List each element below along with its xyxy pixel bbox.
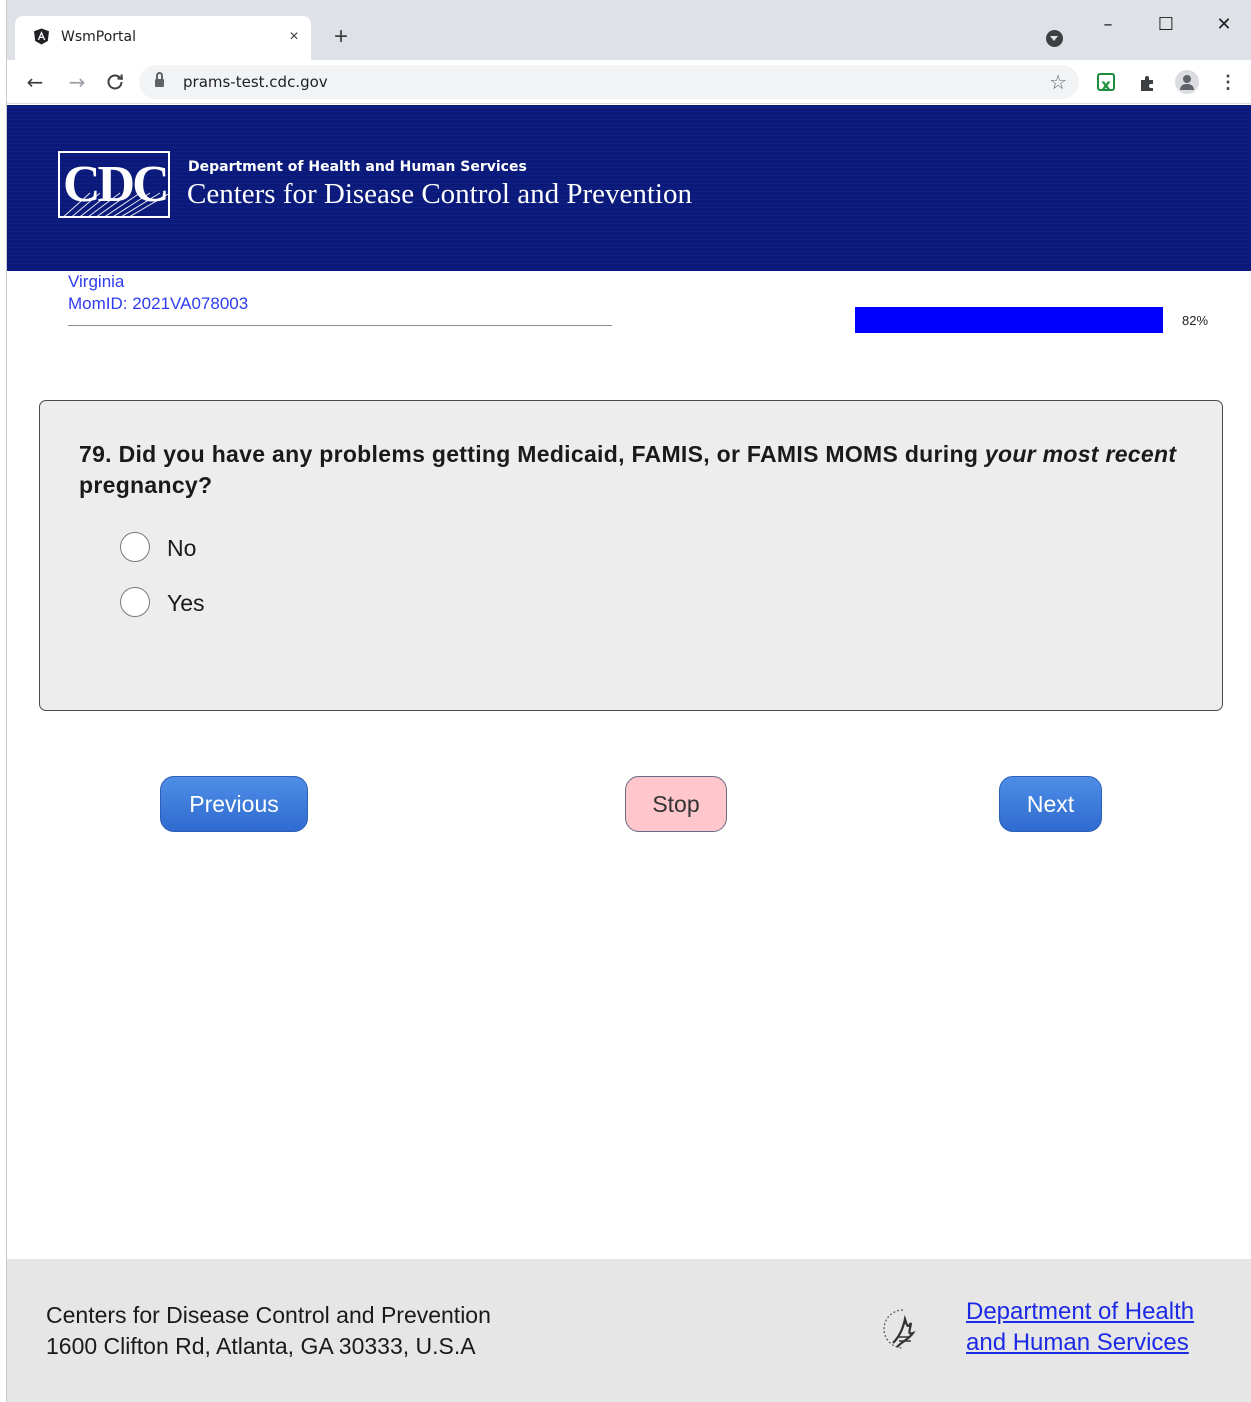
cdc-logo-text: CDC	[63, 156, 168, 213]
stop-button[interactable]: Stop	[625, 776, 727, 832]
question-number: 79.	[79, 441, 112, 467]
forward-arrow-icon[interactable]: →	[63, 68, 91, 96]
option-label-yes[interactable]: Yes	[167, 590, 205, 617]
hhs-link-line1[interactable]: Department of Health	[966, 1298, 1194, 1325]
hhs-link[interactable]: Department of Health and Human Services	[966, 1296, 1194, 1358]
question-text: 79. Did you have any problems getting Me…	[79, 439, 1189, 501]
browser-tab[interactable]: WsmPortal ×	[15, 16, 311, 60]
progress-percent: 82%	[1182, 313, 1209, 328]
question-text-part1: Did you have any problems getting Medica…	[118, 441, 985, 467]
footer-address: 1600 Clifton Rd, Atlanta, GA 30333, U.S.…	[46, 1333, 476, 1359]
tab-search-icon[interactable]	[1046, 30, 1063, 47]
tab-strip: WsmPortal × + – ☐ ✕	[7, 0, 1251, 60]
next-button[interactable]: Next	[999, 776, 1102, 832]
back-arrow-icon[interactable]: ←	[21, 68, 49, 96]
momid-label: MomID: 2021VA078003	[68, 294, 249, 313]
maximize-button[interactable]: ☐	[1143, 10, 1189, 40]
agency-name: Centers for Disease Control and Preventi…	[187, 178, 692, 210]
url-text[interactable]: prams-test.cdc.gov	[183, 73, 328, 91]
minimize-button[interactable]: –	[1085, 10, 1131, 40]
browser-menu-icon[interactable]: ⋮	[1219, 70, 1237, 94]
bookmark-star-icon[interactable]: ☆	[1049, 70, 1067, 95]
address-bar[interactable]: prams-test.cdc.gov ☆	[139, 65, 1079, 99]
site-footer: Centers for Disease Control and Preventi…	[7, 1259, 1251, 1402]
cdc-logo[interactable]: CDC	[58, 151, 170, 218]
close-window-button[interactable]: ✕	[1201, 10, 1247, 40]
progress-bar	[855, 307, 1179, 333]
extensions-puzzle-icon[interactable]	[1137, 72, 1159, 94]
question-card: 79. Did you have any problems getting Me…	[39, 400, 1223, 711]
browser-window: WsmPortal × + – ☐ ✕ ← → prams-test.cdc.g…	[6, 0, 1251, 1402]
option-label-no[interactable]: No	[167, 535, 196, 562]
browser-toolbar: ← → prams-test.cdc.gov ☆ x ⋮	[7, 60, 1251, 104]
state-label: Virginia	[68, 272, 125, 291]
question-text-italic: your most recent	[984, 441, 1177, 467]
divider	[68, 325, 612, 326]
hhs-eagle-icon	[883, 1309, 916, 1349]
tab-title: WsmPortal	[61, 29, 136, 45]
radio-yes[interactable]	[120, 587, 150, 617]
extension-green-icon[interactable]: x	[1097, 73, 1115, 94]
hhs-link-line2[interactable]: and Human Services	[966, 1329, 1189, 1356]
tab-close-icon[interactable]: ×	[283, 26, 305, 48]
question-text-part2: pregnancy?	[79, 472, 213, 498]
profile-avatar-icon[interactable]	[1175, 70, 1199, 94]
site-header: CDC Department of Health and Human Servi…	[7, 105, 1251, 271]
new-tab-button[interactable]: +	[329, 25, 353, 49]
footer-org-name: Centers for Disease Control and Preventi…	[46, 1302, 491, 1328]
lock-icon[interactable]	[155, 72, 164, 88]
reload-icon[interactable]	[101, 68, 129, 96]
department-name: Department of Health and Human Services	[188, 159, 527, 175]
angular-icon	[34, 28, 49, 45]
progress-bar-fill	[855, 307, 1163, 333]
previous-button[interactable]: Previous	[160, 776, 308, 832]
radio-no[interactable]	[120, 532, 150, 562]
